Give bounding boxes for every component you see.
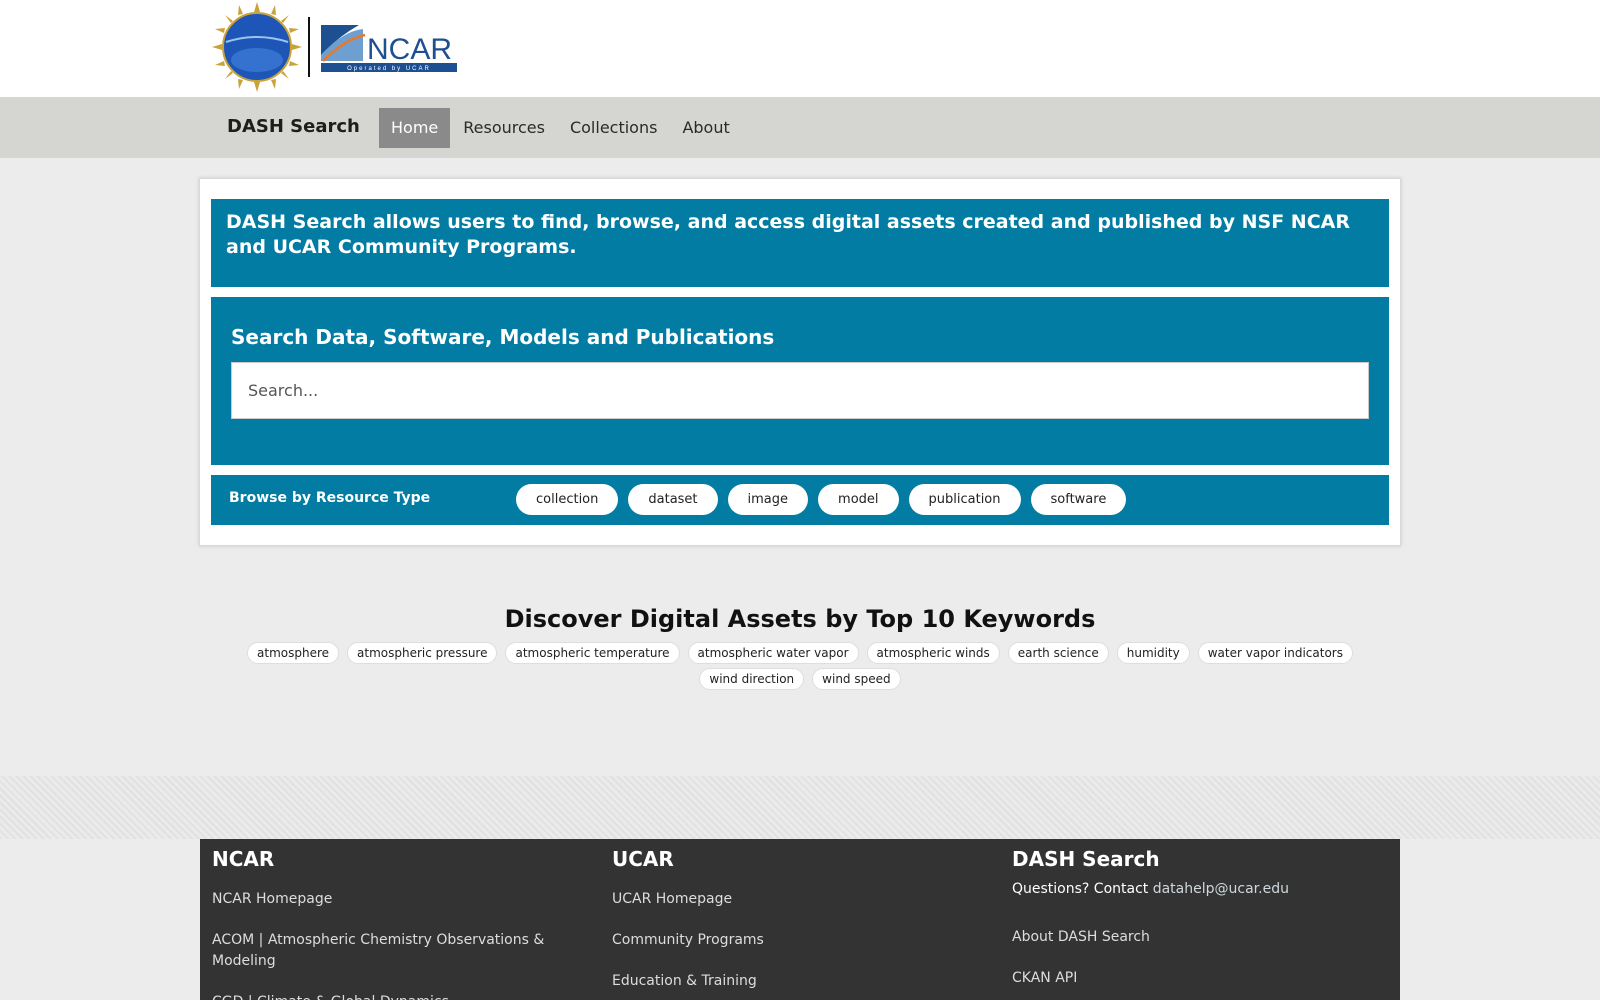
browse-label: Browse by Resource Type bbox=[229, 490, 431, 506]
intro-text: DASH Search allows users to find, browse… bbox=[226, 211, 1350, 258]
keywords-title: Discover Digital Assets by Top 10 Keywor… bbox=[504, 605, 1096, 633]
nav-item-resources[interactable]: Resources bbox=[451, 108, 557, 148]
footer-contact: Questions? Contact datahelp@ucar.edu bbox=[1012, 881, 1289, 897]
keyword-tag[interactable]: earth science bbox=[1007, 642, 1109, 664]
resource-type-model[interactable]: model bbox=[818, 484, 899, 515]
site-footer: NCAR NCAR Homepage ACOM | Atmospheric Ch… bbox=[200, 839, 1400, 1000]
resource-type-dataset[interactable]: dataset bbox=[628, 484, 718, 515]
contact-email-link[interactable]: datahelp@ucar.edu bbox=[1153, 881, 1289, 897]
browse-bar: Browse by Resource Type collection datas… bbox=[211, 475, 1389, 525]
svg-text:NCAR: NCAR bbox=[367, 33, 452, 66]
footer-link[interactable]: Education & Training bbox=[612, 971, 757, 992]
footer-link[interactable]: ACOM | Atmospheric Chemistry Observation… bbox=[212, 930, 562, 972]
search-title: Search Data, Software, Models and Public… bbox=[231, 325, 775, 349]
footer-link[interactable]: CKAN API bbox=[1012, 968, 1077, 989]
keyword-tag[interactable]: wind speed bbox=[812, 668, 901, 690]
keyword-tag[interactable]: water vapor indicators bbox=[1197, 642, 1353, 664]
keyword-tag[interactable]: wind direction bbox=[699, 668, 805, 690]
resource-type-list: collection dataset image model publicati… bbox=[516, 484, 1136, 515]
keyword-tag[interactable]: atmospheric temperature bbox=[505, 642, 680, 664]
contact-label: Questions? Contact bbox=[1012, 881, 1149, 897]
site-header: NCAR Operated by UCAR bbox=[0, 0, 1600, 97]
footer-link[interactable]: UCAR Homepage bbox=[612, 889, 732, 910]
footer-link[interactable]: Community Programs bbox=[612, 930, 764, 951]
resource-type-image[interactable]: image bbox=[727, 484, 809, 515]
footer-heading-ucar: UCAR bbox=[612, 847, 674, 871]
nav-item-about[interactable]: About bbox=[670, 108, 741, 148]
resource-type-publication[interactable]: publication bbox=[908, 484, 1021, 515]
keyword-tag[interactable]: atmosphere bbox=[247, 642, 340, 664]
brand-link[interactable]: DASH Search bbox=[227, 116, 360, 137]
nav-menu: Home Resources Collections About bbox=[379, 108, 743, 148]
nav-item-home[interactable]: Home bbox=[379, 108, 451, 148]
intro-banner: DASH Search allows users to find, browse… bbox=[211, 199, 1389, 287]
resource-type-software[interactable]: software bbox=[1030, 484, 1127, 515]
nsf-logo[interactable] bbox=[212, 2, 302, 92]
footer-link[interactable]: About DASH Search bbox=[1012, 927, 1150, 948]
keyword-tag[interactable]: atmospheric water vapor bbox=[687, 642, 859, 664]
search-panel: Search Data, Software, Models and Public… bbox=[211, 297, 1389, 465]
logo-divider bbox=[308, 17, 310, 77]
keyword-tag[interactable]: atmospheric pressure bbox=[347, 642, 498, 664]
footer-link[interactable]: CGD | Climate & Global Dynamics bbox=[212, 992, 449, 1000]
main-navbar: DASH Search Home Resources Collections A… bbox=[0, 97, 1600, 158]
search-input[interactable] bbox=[231, 362, 1369, 419]
ncar-tagline: Operated by UCAR bbox=[347, 66, 431, 72]
footer-texture bbox=[0, 776, 1600, 839]
footer-link[interactable]: NCAR Homepage bbox=[212, 889, 332, 910]
footer-heading-dash: DASH Search bbox=[1012, 847, 1160, 871]
footer-heading-ncar: NCAR bbox=[212, 847, 275, 871]
keyword-tag[interactable]: atmospheric winds bbox=[866, 642, 1000, 664]
logo-group[interactable]: NCAR Operated by UCAR bbox=[212, 2, 459, 92]
resource-type-collection[interactable]: collection bbox=[516, 484, 619, 515]
ncar-logo[interactable]: NCAR Operated by UCAR bbox=[319, 21, 459, 73]
keyword-row: atmosphere atmospheric pressure atmosphe… bbox=[0, 642, 1600, 664]
keyword-tag[interactable]: humidity bbox=[1116, 642, 1190, 664]
nav-item-collections[interactable]: Collections bbox=[558, 108, 669, 148]
keyword-row: wind direction wind speed bbox=[0, 668, 1600, 690]
